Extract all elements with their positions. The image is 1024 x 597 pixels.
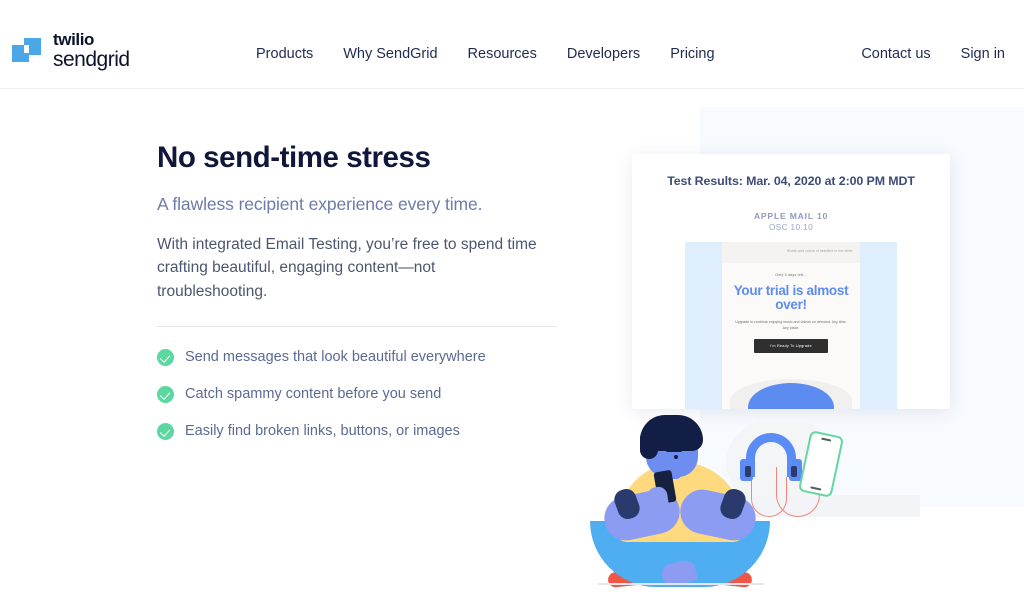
phone-home-indicator — [810, 485, 822, 491]
utility-navigation: Contact us Sign in — [861, 46, 1005, 62]
hero-illustration: Test Results: Mar. 04, 2020 at 2:00 PM M… — [576, 89, 1024, 597]
check-circle-icon — [157, 422, 174, 440]
logo-brand-sendgrid: sendgrid — [53, 47, 130, 71]
logo[interactable]: twilio sendgrid — [12, 30, 130, 71]
email-client-name: APPLE MAIL 10 — [753, 211, 829, 221]
hero-section: No send-time stress A flawless recipient… — [0, 89, 1024, 597]
nav-item-why-sendgrid[interactable]: Why SendGrid — [343, 46, 437, 62]
phone-speaker — [821, 437, 832, 442]
nav-item-resources[interactable]: Resources — [468, 46, 537, 62]
list-item: Catch spammy content before you send — [157, 385, 557, 403]
seated-person — [590, 415, 770, 593]
list-item: Send messages that look beautiful everyw… — [157, 348, 557, 366]
hero-body-text: With integrated Email Testing, you’re fr… — [157, 235, 537, 301]
feature-label: Send messages that look beautiful everyw… — [185, 349, 486, 366]
logo-brand-twilio: twilio — [53, 30, 95, 49]
nav-item-products[interactable]: Products — [256, 46, 313, 62]
list-item: Easily find broken links, buttons, or im… — [157, 422, 557, 440]
feature-list: Send messages that look beautiful everyw… — [157, 348, 557, 440]
check-circle-icon — [157, 385, 174, 403]
hero-copy: No send-time stress A flawless recipient… — [157, 141, 557, 460]
logo-wordmark: twilio sendgrid — [53, 30, 130, 71]
feature-label: Easily find broken links, buttons, or im… — [185, 423, 460, 440]
email-topbar-note: Words and colors of headline in the lett… — [786, 249, 853, 254]
illustration-scene — [576, 325, 1024, 597]
hero-subheadline: A flawless recipient experience every ti… — [157, 193, 483, 214]
logo-notch — [24, 45, 29, 54]
email-topbar: Words and colors of headline in the lett… — [722, 242, 860, 263]
person-hair-side — [640, 429, 658, 459]
twilio-logo-icon — [12, 36, 44, 66]
ground-line — [598, 583, 764, 585]
page-title: No send-time stress — [157, 141, 431, 174]
check-circle-icon — [157, 348, 174, 366]
nav-item-developers[interactable]: Developers — [567, 46, 640, 62]
person-eye — [674, 455, 678, 459]
nav-item-sign-in[interactable]: Sign in — [961, 46, 1005, 62]
headphone-pad-right — [791, 466, 797, 477]
person-eyebrow — [666, 449, 682, 452]
test-results-title: Test Results: Mar. 04, 2020 at 2:00 PM M… — [667, 174, 915, 188]
primary-navigation: Products Why SendGrid Resources Develope… — [256, 46, 715, 62]
email-client-os: OSC 10.10 — [768, 223, 814, 232]
nav-item-contact-us[interactable]: Contact us — [861, 46, 930, 62]
email-eyebrow: Only 3 days left... — [775, 273, 807, 277]
feature-label: Catch spammy content before you send — [185, 386, 442, 403]
nav-item-pricing[interactable]: Pricing — [670, 46, 714, 62]
site-header: twilio sendgrid Products Why SendGrid Re… — [0, 0, 1024, 89]
email-heading: Your trial is almost over! — [733, 283, 849, 313]
divider — [157, 325, 557, 327]
